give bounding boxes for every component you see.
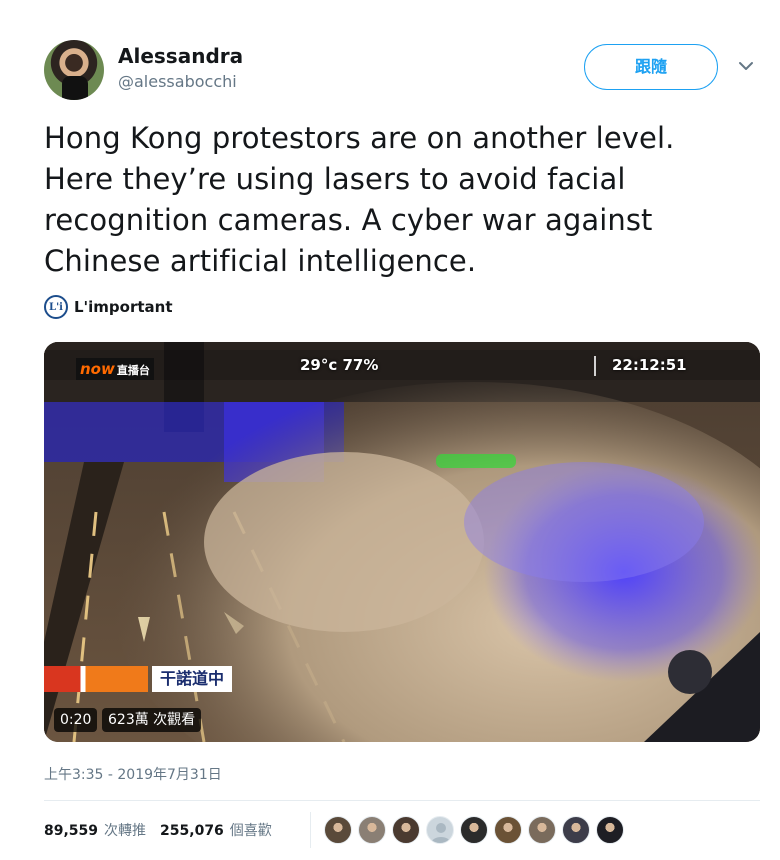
likes-stat[interactable]: 255,076 個喜歡 [160,820,272,840]
channel-logo-text: now [80,360,115,378]
liker-avatar-1[interactable] [324,816,352,844]
stats-divider [310,812,311,848]
liker-avatars [324,816,630,844]
avatar-figure [62,76,88,100]
tweet-timestamp[interactable]: 上午3:35 - 2019年7月31日 [44,764,222,784]
channel-logo-sub: 直播台 [116,364,150,377]
source-attribution[interactable]: L'i L'important [44,294,173,320]
follow-button[interactable]: 跟隨 [584,44,718,90]
default-avatar-icon [431,823,451,843]
tweet-header: Alessandra @alessabocchi 跟隨 [0,0,780,110]
likes-label: 個喜歡 [229,823,272,839]
video-player[interactable]: now 直播台 29°c 77% 22:12:51 干諾道中 0:20 623萬 … [44,342,760,742]
source-logo-icon: L'i [44,295,68,319]
author-avatar[interactable] [44,40,104,100]
channel-logo: now 直播台 [76,358,154,380]
tweet-text: Hong Kong protestors are on another leve… [44,121,675,278]
liker-avatar-3[interactable] [392,816,420,844]
clock-readout: 22:12:51 [612,356,687,374]
chevron-down-icon[interactable] [736,56,756,76]
video-duration: 0:20 [54,708,98,732]
weather-readout: 29°c 77% [300,356,379,374]
liker-avatar[interactable] [426,816,454,844]
liker-avatar-6[interactable] [494,816,522,844]
divider [44,800,760,801]
author-name[interactable]: Alessandra [118,44,243,68]
liker-avatar-5[interactable] [460,816,488,844]
likes-count: 255,076 [160,823,224,839]
liker-avatar-7[interactable] [528,816,556,844]
retweets-label: 次轉推 [104,823,147,839]
location-bar-accent [44,666,148,692]
author-handle[interactable]: @alessabocchi [118,72,237,91]
liker-avatar-8[interactable] [562,816,590,844]
liker-avatar-2[interactable] [358,816,386,844]
liker-avatar-9[interactable] [596,816,624,844]
retweets-count: 89,559 [44,823,99,839]
video-view-count: 623萬 次觀看 [102,708,202,732]
retweets-stat[interactable]: 89,559 次轉推 [44,820,146,840]
location-caption: 干諾道中 [152,666,233,692]
source-name: L'important [74,298,173,316]
tweet-stats: 89,559 次轉推 255,076 個喜歡 [44,812,286,848]
overlay-divider [594,356,596,376]
